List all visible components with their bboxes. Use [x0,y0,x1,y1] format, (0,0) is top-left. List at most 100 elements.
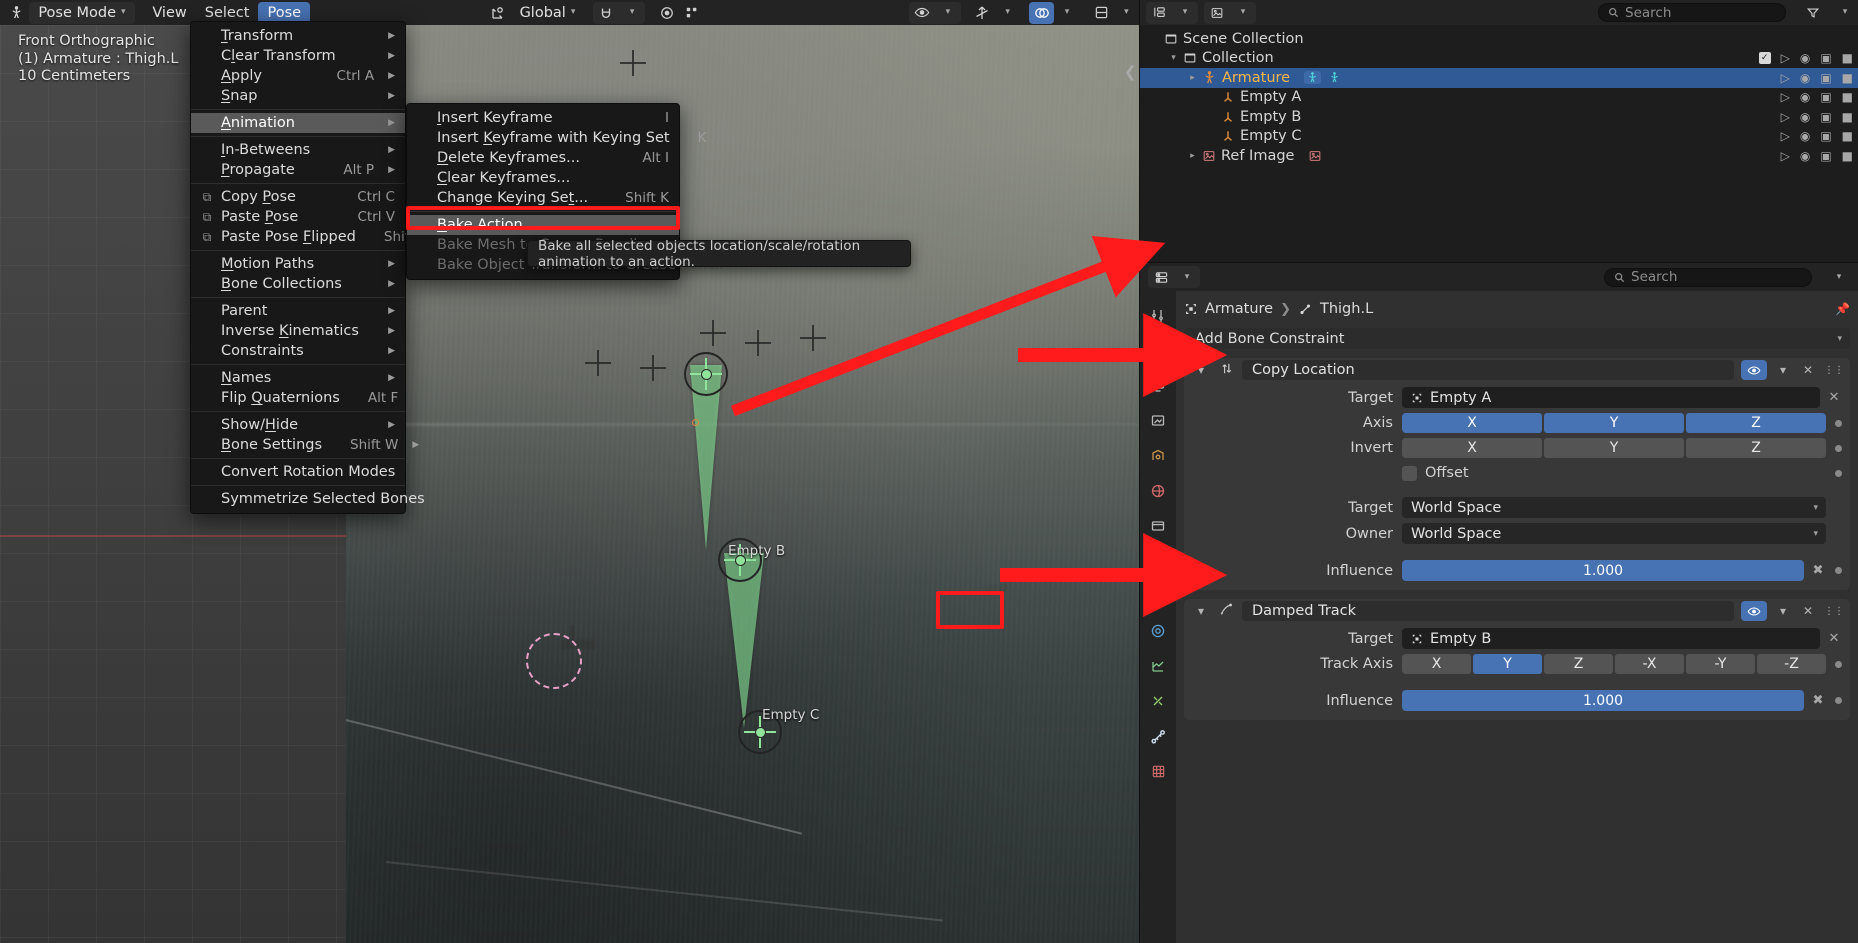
outliner-row-collection[interactable]: ▾ Collection ✓ ▷ ◉ ▣ ■ [1140,49,1858,69]
animate-property-dot[interactable] [1835,567,1842,574]
tab-view-layer[interactable] [1147,410,1169,432]
constraint-influence-row[interactable]: Influence 1.000 ✖ [1184,690,1850,711]
outliner-row-toggles[interactable]: ▷ ◉ ▣ ■ [1781,146,1853,166]
outliner-row-scene-collection[interactable]: Scene Collection [1140,29,1858,49]
properties-content[interactable]: Armature ❯ Thigh.L 📌 Add Bone Constraint… [1176,291,1858,943]
constraint-space-target-row[interactable]: Target World Space ▾ [1184,497,1850,518]
breadcrumb-object[interactable]: Armature [1205,301,1273,317]
outliner-display-mode[interactable]: ▾ [1146,1,1198,24]
pin-icon[interactable]: 📌 [1835,302,1850,316]
show-overlays-icon[interactable] [1029,1,1055,24]
constraint-panel-copy-location[interactable]: ▾ Copy Location ▾ ✕ ⋮⋮ Target Empty A ✕ … [1184,358,1850,590]
visibility-selector-group[interactable]: ▾ [908,1,961,24]
restrict-select-icon[interactable]: ▷ [1781,110,1790,124]
chevron-down-icon[interactable]: ▾ [1114,2,1139,24]
constraint-offset-row[interactable]: Offset [1184,465,1850,481]
outliner-editor[interactable]: ▾ ▾ Search ▾ Scene Collection ▾ Collection… [1139,0,1858,262]
outliner-view-layer-icon[interactable] [1146,2,1172,24]
chevron-down-icon[interactable]: ▾ [1774,604,1792,618]
drag-handle-icon[interactable]: ⋮⋮ [1824,365,1844,376]
tab-particles[interactable] [1147,620,1169,642]
snap-magnet-icon[interactable] [593,2,619,24]
chevron-down-icon[interactable]: ▾ [1192,363,1210,377]
chevron-down-icon[interactable]: ▾ [1774,363,1792,377]
pose-menu-item-transform[interactable]: Transform ▶ [191,26,405,46]
sidebar-collapse-arrow[interactable]: ❮ [1124,63,1137,81]
pose-menu-item-constraints[interactable]: Constraints ▶ [191,341,405,361]
disable-in-renders-icon[interactable]: ■ [1842,90,1853,104]
tab-world[interactable] [1147,480,1169,502]
pose-menu-item-in-betweens[interactable]: In-Betweens ▶ [191,140,405,160]
tab-scene[interactable] [1147,445,1169,467]
tab-bone-constraints[interactable] [1147,725,1169,747]
animate-property-dot[interactable] [1835,469,1842,477]
animation-menu-item-clear-keyframes[interactable]: Clear Keyframes... [407,168,679,188]
influence-slider[interactable]: 1.000 [1402,560,1804,581]
pose-menu-item-clear-transform[interactable]: Clear Transform ▶ [191,46,405,66]
pose-menu-item-paste-pose[interactable]: ⧉ Paste Pose Ctrl V [191,207,405,227]
outliner-filter-icon[interactable] [1800,2,1826,24]
proportional-edit-icon[interactable] [654,2,679,24]
track-axis-neg-z[interactable]: -Z [1757,654,1826,674]
outliner-pose-mode-icons[interactable] [1304,71,1341,85]
offset-checkbox[interactable] [1402,465,1417,481]
disable-in-viewports-icon[interactable]: ▣ [1820,149,1831,163]
pose-menu[interactable]: Transform ▶ Clear Transform ▶ Apply Ctrl A ▶ Sn… [190,21,457,514]
outliner-filter-group[interactable]: ▾ [1204,1,1256,24]
axis-toggle-z[interactable]: Z [1686,413,1826,433]
animation-menu-item-change-keying-set[interactable]: Change Keying Set... Shift K [407,188,679,208]
chevron-down-icon[interactable]: ▾ [1054,2,1079,24]
animate-property-dot[interactable] [1835,444,1842,452]
constraint-name[interactable]: Copy Location [1242,360,1734,380]
constraint-name[interactable]: Damped Track [1242,601,1734,621]
constraint-header[interactable]: ▾ Damped Track ▾ ✕ ⋮⋮ [1184,599,1850,623]
constraint-visibility-toggle[interactable] [1741,360,1767,380]
show-gizmo-icon[interactable] [970,2,995,24]
constraint-target-row[interactable]: Target Empty A ✕ [1184,387,1850,408]
pose-menu-item-parent[interactable]: Parent ▶ [191,301,405,321]
animate-property-dot[interactable] [1835,697,1842,704]
invert-toggle-z[interactable]: Z [1686,438,1826,458]
pose-menu-item-snap[interactable]: Snap ▶ [191,86,405,106]
pose-menu-item-animation[interactable]: Animation ▶ [191,113,405,133]
add-bone-constraint-button[interactable]: Add Bone Constraint ▾ [1184,328,1850,349]
disable-in-renders-icon[interactable]: ■ [1842,110,1853,124]
offset-checkbox-wrap[interactable]: Offset [1402,465,1469,481]
outliner-row-toggles[interactable]: ▷ ◉ ▣ ■ [1781,68,1853,88]
visibility-selector-icon[interactable] [909,2,935,24]
constraint-influence-row[interactable]: Influence 1.000 ✖ [1184,560,1850,581]
outliner-row-empty-c[interactable]: Empty C ▷ ◉ ▣ ■ [1140,127,1858,147]
tab-texture[interactable] [1147,760,1169,782]
chevron-down-icon[interactable]: ▾ [1174,266,1200,288]
chevron-down-icon[interactable]: ▾ [1832,2,1858,24]
pose-menu-item-propagate[interactable]: Propagate Alt P ▶ [191,160,405,180]
clear-target-icon[interactable]: ✕ [1826,390,1842,405]
properties-editor[interactable]: ▾ Search ▾ Armature ❯ Thigh.L 📌 Add Bone… [1139,262,1858,943]
breadcrumb[interactable]: Armature ❯ Thigh.L 📌 [1184,298,1850,320]
chevron-down-icon[interactable]: ▾ [619,2,645,24]
snapping-group[interactable]: ▾ [593,1,646,24]
hide-in-viewport-icon[interactable]: ◉ [1800,110,1810,124]
chevron-down-icon[interactable]: ▾ [1167,53,1180,63]
pose-menu-item-convert-rotation-modes[interactable]: Convert Rotation Modes [191,462,405,482]
transform-orientation-selector[interactable]: Global ▾ [511,2,585,24]
pose-menu-item-apply[interactable]: Apply Ctrl A ▶ [191,66,405,86]
tab-object[interactable] [1147,550,1169,572]
chevron-down-icon[interactable]: ▾ [995,2,1020,24]
track-axis-z[interactable]: Z [1544,654,1613,674]
properties-editor-type[interactable]: ▾ [1148,266,1200,288]
hide-in-viewport-icon[interactable]: ◉ [1800,51,1810,65]
pose-menu-item-inverse-kinematics[interactable]: Inverse Kinematics ▶ [191,321,405,341]
tab-modifiers[interactable] [1147,585,1169,607]
animation-menu-item-insert-keyframe[interactable]: Insert Keyframe I [407,108,679,128]
outliner-row-toggles[interactable]: ▷ ◉ ▣ ■ [1781,88,1853,108]
animation-menu-item-delete-keyframes[interactable]: Delete Keyframes... Alt I [407,148,679,168]
influence-slider[interactable]: 1.000 [1402,690,1804,711]
chevron-down-icon[interactable]: ▾ [935,2,961,24]
disable-in-viewports-icon[interactable]: ▣ [1820,71,1831,85]
outliner-row-armature[interactable]: ▸ Armature ▷ ◉ ▣ ■ [1140,68,1858,88]
properties-search-input[interactable]: Search [1604,267,1812,287]
pose-menu-item-paste-pose-flipped[interactable]: ⧉Paste Pose FlippedShift Ctrl V [191,227,457,247]
disable-in-renders-icon[interactable]: ■ [1842,149,1853,163]
target-object-field[interactable]: Empty A [1402,387,1820,408]
